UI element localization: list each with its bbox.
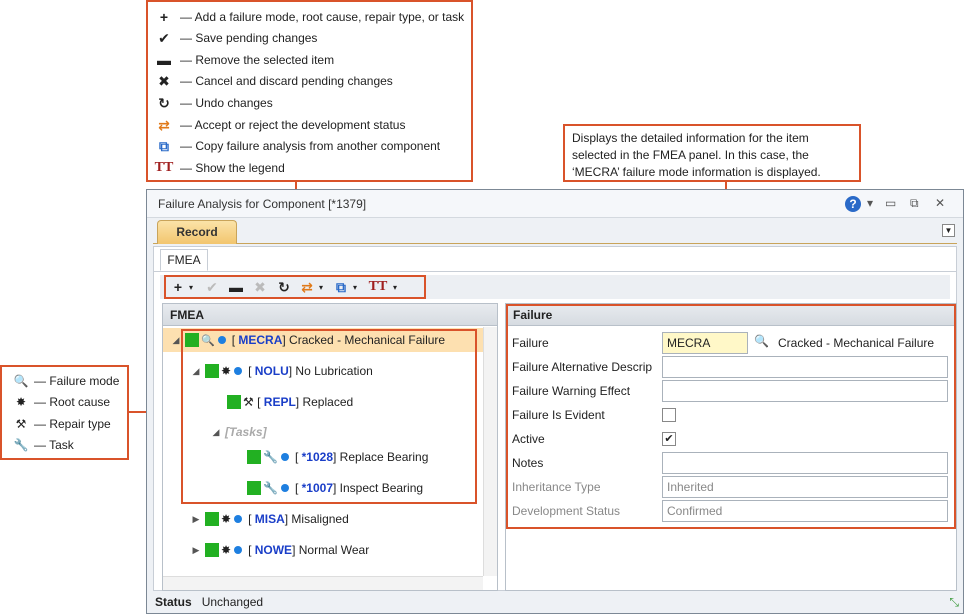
legend-row-root-cause: ✸ — Root cause [12, 393, 110, 411]
legend-row-accept: ⇄ — Accept or reject the development stat… [154, 116, 405, 134]
expand-icon[interactable]: ▶ [187, 514, 205, 525]
legend-row-task: 🔧 — Task [13, 438, 74, 452]
help-dropdown-icon[interactable]: ▾ [867, 196, 873, 210]
root-cause-icon: ✸ [15, 395, 27, 409]
panel-dropdown-icon[interactable]: ▼ [942, 224, 955, 237]
fmea-panel-title: FMEA [163, 304, 497, 326]
tree-row-nowe[interactable]: ▶ ✸[ NOWE] Normal Wear [187, 538, 369, 562]
resize-icon[interactable]: ⤡ [949, 591, 959, 613]
failure-panel: Failure Failure MECRA 🔍 Cracked - Mechan… [505, 303, 957, 591]
legend-row-repair-type: ⚒ — Repair type [12, 415, 111, 433]
legend-icon: TT [154, 160, 174, 175]
window-title: Failure Analysis for Component [*1379] [158, 197, 367, 211]
toolbar-highlight [164, 275, 426, 299]
fmea-panel: FMEA ◢ 🔍[ MECRA] Cracked - Mechanical Fai… [162, 303, 498, 591]
tree-row-misa[interactable]: ▶ ✸[ MISA] Misaligned [187, 507, 349, 531]
legend-row-copy: ⧉ — Copy failure analysis from another co… [154, 137, 440, 155]
legend-row-undo: ↻ — Undo changes [154, 94, 273, 112]
legend-row-remove: ▬ — Remove the selected item [154, 51, 334, 69]
status-value: Unchanged [201, 595, 264, 609]
detail-callout: Displays the detailed information for th… [563, 124, 861, 182]
failure-highlight [506, 304, 956, 529]
expand-icon[interactable]: ▶ [187, 545, 205, 556]
fmea-toolbar: + ▾ ✔ ▬ ✖ ↻ ⇄ ▾ ⧉ ▾ TT ▾ [160, 275, 950, 299]
restore-icon[interactable]: ⧉ [910, 196, 919, 211]
root-cause-icon: ✸ [221, 512, 232, 526]
vertical-scrollbar[interactable] [483, 327, 497, 576]
undo-icon: ↻ [158, 94, 170, 111]
record-content: FMEA + ▾ ✔ ▬ ✖ ↻ ⇄ ▾ ⧉ ▾ TT ▾ FMEA ◢ 🔍[ M… [153, 246, 957, 591]
legend-row-failure-mode: 🔍 — Failure mode [13, 374, 120, 388]
tree-highlight [181, 329, 477, 504]
title-bar: Failure Analysis for Component [*1379] ?… [147, 190, 963, 218]
help-icon[interactable]: ? [845, 196, 861, 212]
tab-record[interactable]: Record [157, 220, 237, 244]
copy-analysis-icon: ⧉ [159, 137, 169, 154]
legend-row-legend: TT — Show the legend [154, 160, 285, 175]
repair-type-icon: ⚒ [15, 417, 27, 431]
failure-mode-icon: 🔍 [13, 374, 29, 388]
root-cause-icon: ✸ [221, 543, 232, 557]
minus-icon: ▬ [157, 52, 171, 68]
status-bar: Status Unchanged ⤡ [147, 591, 963, 613]
toolbar-legend-callout: + — Add a failure mode, root cause, repai… [146, 0, 473, 182]
tree-legend-callout: 🔍 — Failure mode ✸ — Root cause ⚒ — Repair … [0, 365, 129, 460]
horizontal-scrollbar[interactable] [163, 576, 483, 590]
legend-row-save: ✔ — Save pending changes [154, 29, 317, 47]
check-icon: ✔ [158, 29, 170, 46]
minimize-icon[interactable]: ▭ [885, 196, 896, 210]
task-icon: 🔧 [13, 438, 29, 452]
x-icon: ✖ [158, 72, 170, 89]
tab-fmea[interactable]: FMEA [160, 249, 208, 271]
legend-row-cancel: ✖ — Cancel and discard pending changes [154, 72, 393, 90]
close-icon[interactable]: ✕ [935, 196, 945, 210]
plus-icon: + [159, 9, 169, 25]
accept-reject-icon: ⇄ [158, 116, 170, 133]
legend-row-add: + — Add a failure mode, root cause, repai… [154, 8, 464, 26]
failure-analysis-window: Failure Analysis for Component [*1379] ?… [146, 189, 964, 614]
record-tabstrip: Record ▼ [153, 220, 957, 244]
